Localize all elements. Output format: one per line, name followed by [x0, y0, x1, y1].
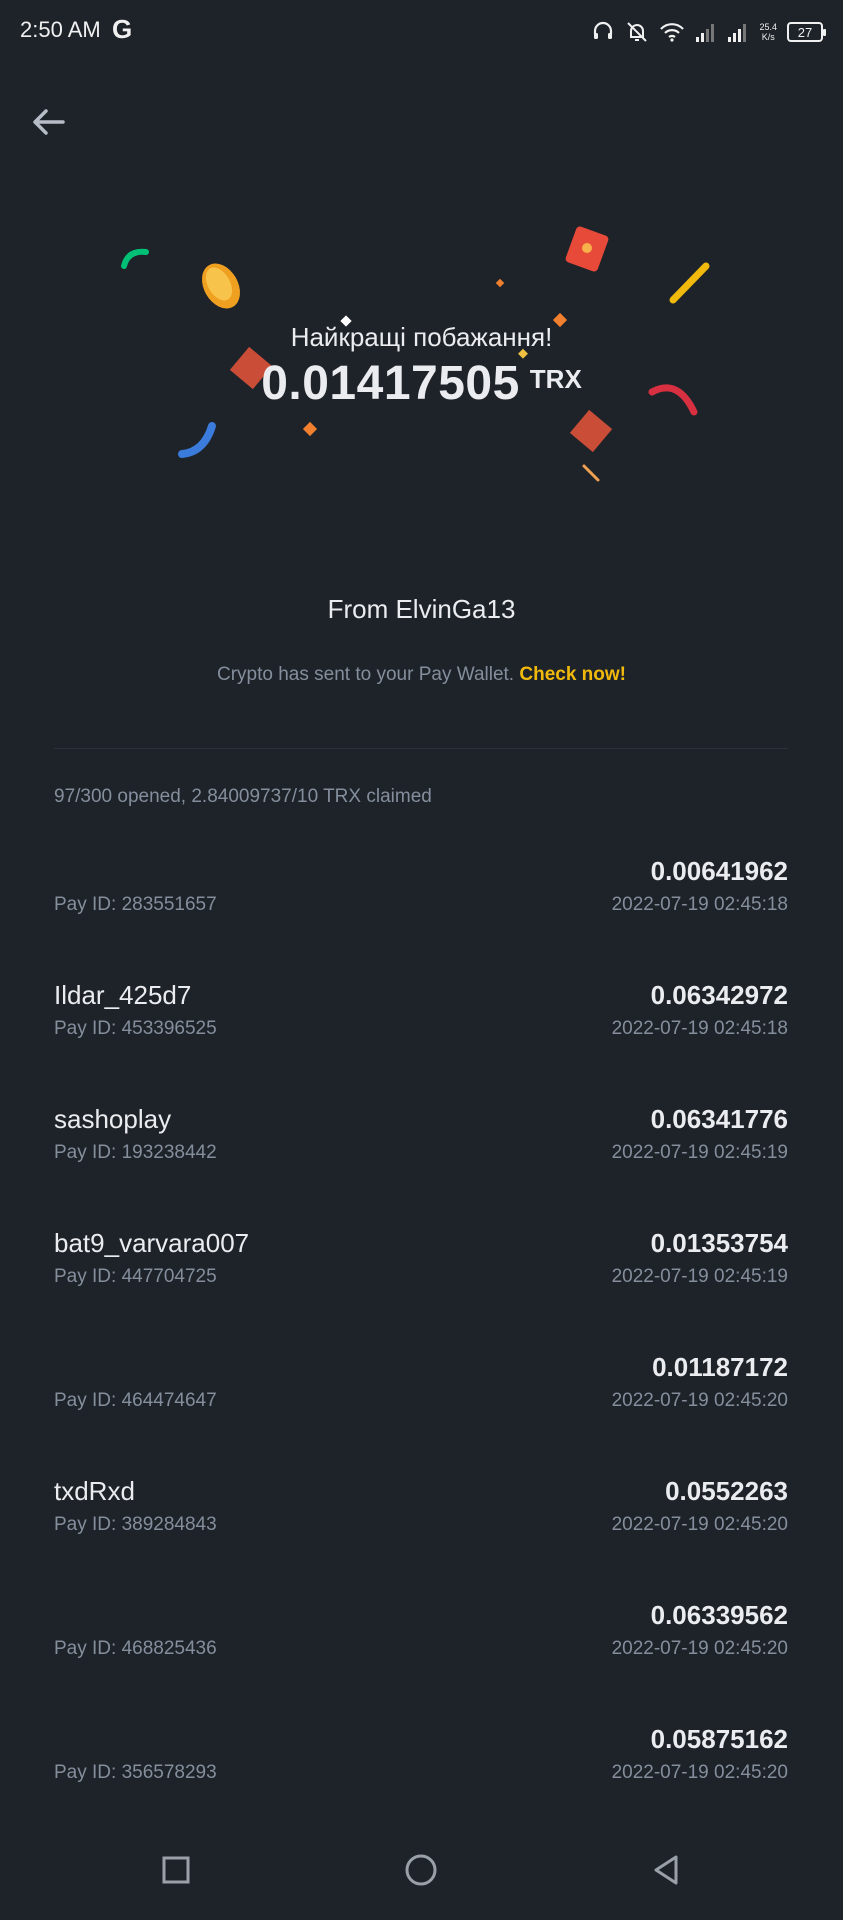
arrow-left-icon — [33, 109, 65, 135]
list-item: Pay ID: 283551657 0.00641962 2022-07-19 … — [54, 846, 788, 970]
network-speed: 25.4 K/s — [759, 22, 777, 42]
red-packet-details-screen: 2:50 AM G 25.4 K/s 27 Найкращі побажання… — [0, 0, 843, 1920]
claimer-pay-id: Pay ID: 468825436 — [54, 1638, 217, 1659]
claim-time: 2022-07-19 02:45:19 — [611, 1266, 788, 1287]
sender-label: From ElvinGa13 — [327, 594, 516, 624]
list-item: Pay ID: 468825436 0.06339562 2022-07-19 … — [54, 1590, 788, 1714]
hero-unit: TRX — [529, 364, 582, 394]
claim-time: 2022-07-19 02:45:20 — [611, 1514, 788, 1535]
check-now-link[interactable]: Check now! — [519, 664, 626, 685]
network-speed-value: 25.4 — [759, 22, 777, 32]
pay-wallet-notice: Crypto has sent to your Pay Wallet. Chec… — [0, 664, 843, 686]
list-item: Ildar_425d7 Pay ID: 453396525 0.06342972… — [54, 970, 788, 1094]
claim-amount: 0.0552263 — [665, 1476, 788, 1506]
claimer-name: Ildar_425d7 — [54, 980, 192, 1010]
status-bar: 2:50 AM G 25.4 K/s 27 — [0, 0, 843, 64]
claimer-pay-id: Pay ID: 283551657 — [54, 894, 217, 915]
list-item: bat9_varvara007 Pay ID: 447704725 0.0135… — [54, 1218, 788, 1342]
claim-time: 2022-07-19 02:45:20 — [611, 1762, 788, 1783]
claim-amount: 0.01187172 — [652, 1352, 788, 1382]
claim-summary: 97/300 opened, 2.84009737/10 TRX claimed — [54, 786, 432, 807]
claimer-name: sashoplay — [54, 1104, 172, 1134]
claimer-name: bat9_varvara007 — [54, 1228, 250, 1258]
claim-amount: 0.05875162 — [650, 1724, 788, 1754]
network-speed-unit: K/s — [761, 32, 775, 42]
system-nav-bar — [0, 1820, 843, 1920]
headset-icon — [591, 20, 615, 44]
list-item: sashoplay Pay ID: 193238442 0.06341776 2… — [54, 1094, 788, 1218]
square-icon — [162, 1856, 190, 1884]
claim-amount: 0.01353754 — [650, 1228, 788, 1258]
home-button[interactable] — [391, 1840, 451, 1900]
claim-time: 2022-07-19 02:45:19 — [611, 1142, 788, 1163]
claimer-pay-id: Pay ID: 464474647 — [54, 1390, 217, 1411]
claim-time: 2022-07-19 02:45:18 — [611, 894, 788, 915]
system-back-button[interactable] — [636, 1840, 696, 1900]
circle-icon — [405, 1854, 437, 1886]
hero-greeting: Найкращі побажання! — [290, 322, 553, 352]
claimer-pay-id: Pay ID: 356578293 — [54, 1762, 217, 1783]
status-time: 2:50 AM — [20, 17, 101, 42]
claim-time: 2022-07-19 02:45:20 — [611, 1390, 788, 1411]
signal-icon-2 — [727, 21, 749, 43]
list-item: Pay ID: 464474647 0.01187172 2022-07-19 … — [54, 1342, 788, 1466]
claim-time: 2022-07-19 02:45:20 — [611, 1638, 788, 1659]
list-item: txdRxd Pay ID: 389284843 0.0552263 2022-… — [54, 1466, 788, 1590]
claim-amount: 0.06342972 — [650, 980, 788, 1010]
back-button[interactable] — [24, 100, 72, 144]
claim-amount: 0.00641962 — [650, 856, 788, 886]
battery-icon: 27 — [787, 22, 826, 42]
triangle-back-icon — [654, 1855, 678, 1885]
claimer-pay-id: Pay ID: 447704725 — [54, 1266, 217, 1287]
recents-button[interactable] — [146, 1840, 206, 1900]
status-icons: 25.4 K/s 27 — [591, 16, 826, 48]
google-icon: G — [112, 14, 133, 44]
claim-time: 2022-07-19 02:45:18 — [611, 1018, 788, 1039]
wifi-icon — [659, 21, 685, 43]
divider — [54, 748, 788, 749]
hero-amount: 0.01417505 — [261, 357, 520, 410]
claimer-name: txdRxd — [54, 1476, 135, 1506]
hero-amount-row: 0.01417505 TRX — [0, 356, 843, 411]
claim-amount: 0.06339562 — [650, 1600, 788, 1630]
claimer-pay-id: Pay ID: 389284843 — [54, 1514, 217, 1535]
signal-icon-1 — [695, 21, 717, 43]
claim-amount: 0.06341776 — [650, 1104, 788, 1134]
claims-list: Pay ID: 283551657 0.00641962 2022-07-19 … — [54, 846, 788, 1838]
claimer-pay-id: Pay ID: 453396525 — [54, 1018, 217, 1039]
claimer-pay-id: Pay ID: 193238442 — [54, 1142, 217, 1163]
notice-text: Crypto has sent to your Pay Wallet. — [217, 664, 520, 685]
bell-off-icon — [625, 20, 649, 44]
red-packet-hero: Найкращі побажання! 0.01417505 TRX — [0, 190, 843, 490]
